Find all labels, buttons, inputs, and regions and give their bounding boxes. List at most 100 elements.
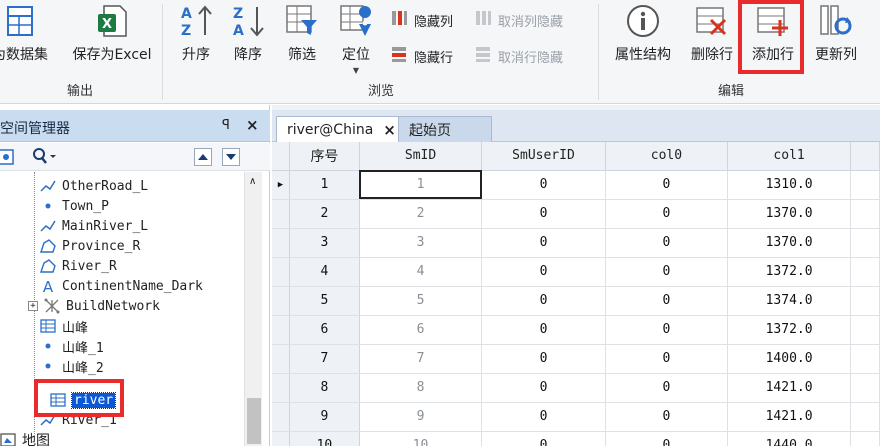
attribute-structure-button[interactable]: 属性结构 [604, 2, 682, 76]
tree-node[interactable]: 山峰_2 [40, 356, 104, 376]
row-number-cell[interactable]: 8 [289, 373, 360, 403]
refresh-icon[interactable] [0, 148, 16, 170]
hide-column-button[interactable]: 隐藏列 [390, 8, 453, 32]
table-cell[interactable]: 7 [359, 344, 483, 374]
row-number-cell[interactable]: 3 [289, 228, 360, 258]
table-cell[interactable]: 2 [359, 199, 483, 229]
row-selector[interactable] [272, 373, 291, 403]
table-cell[interactable]: 5 [359, 286, 483, 316]
tree-node[interactable]: 山峰 [40, 316, 88, 336]
tree-node[interactable]: MainRiver_L [40, 216, 148, 236]
row-number-cell[interactable]: 5 [289, 286, 360, 316]
column-header[interactable]: col0 [605, 142, 729, 171]
pin-icon[interactable]: ꟼ [222, 118, 230, 133]
tree-node[interactable]: + BuildNetwork [28, 296, 160, 316]
table-cell[interactable]: 0 [481, 431, 606, 446]
row-selector[interactable] [272, 402, 291, 432]
table-row[interactable]: 2 2 0 0 1370.0 [272, 199, 880, 229]
search-icon[interactable] [32, 147, 58, 169]
sort-descending-button[interactable]: ZA 降序 [224, 2, 272, 76]
row-selector[interactable] [272, 431, 291, 446]
column-header[interactable]: SmUserID [481, 142, 606, 171]
tree-node[interactable]: A ContinentName_Dark [40, 276, 203, 296]
tree-node-river-selected[interactable]: river [50, 390, 117, 410]
row-selector[interactable] [272, 228, 291, 258]
table-row[interactable]: 4 4 0 0 1372.0 [272, 257, 880, 287]
table-row[interactable]: 10 10 0 0 1440.0 [272, 431, 880, 446]
close-panel-icon[interactable]: × [246, 116, 259, 134]
tree-node[interactable]: 山峰_1 [40, 336, 104, 356]
export-dataset-button[interactable]: 为数据集 [0, 2, 60, 76]
filter-button[interactable]: 筛选 [278, 2, 326, 76]
table-cell[interactable]: 0 [605, 373, 729, 403]
table-cell[interactable]: 0 [605, 315, 729, 345]
unhide-row-button[interactable]: 取消行隐藏 [474, 44, 563, 68]
table-cell[interactable]: 0 [605, 286, 729, 316]
hide-row-button[interactable]: 隐藏行 [390, 44, 453, 68]
tree-node[interactable]: OtherRoad_L [40, 176, 148, 196]
table-cell[interactable]: 0 [481, 199, 606, 229]
row-selector-header[interactable] [272, 142, 291, 171]
unhide-column-button[interactable]: 取消列隐藏 [474, 8, 563, 32]
table-row[interactable]: 7 7 0 0 1400.0 [272, 344, 880, 374]
table-cell[interactable]: 10 [359, 431, 483, 446]
table-cell[interactable]: 0 [605, 402, 729, 432]
tree-node[interactable]: Province_R [40, 236, 140, 256]
row-selector[interactable] [272, 286, 291, 316]
update-column-button[interactable]: 更新列 [808, 2, 864, 76]
row-number-cell[interactable]: 10 [289, 431, 360, 446]
table-cell[interactable]: 0 [605, 257, 729, 287]
table-cell[interactable]: 1370.0 [727, 228, 852, 258]
table-row[interactable]: 8 8 0 0 1421.0 [272, 373, 880, 403]
delete-row-button[interactable]: 删除行 [686, 2, 738, 76]
table-cell[interactable]: 9 [359, 402, 483, 432]
table-cell[interactable]: 0 [605, 170, 729, 200]
tree-node[interactable]: Town_P [40, 196, 109, 216]
table-cell[interactable]: 6 [359, 315, 483, 345]
row-number-cell[interactable]: 9 [289, 402, 360, 432]
row-selector[interactable] [272, 315, 291, 345]
table-row[interactable]: 5 5 0 0 1374.0 [272, 286, 880, 316]
table-cell[interactable]: 0 [481, 228, 606, 258]
table-cell[interactable]: 0 [481, 257, 606, 287]
table-cell[interactable]: 1374.0 [727, 286, 852, 316]
table-cell[interactable]: 1370.0 [727, 199, 852, 229]
table-cell[interactable]: 0 [481, 315, 606, 345]
row-selector[interactable] [272, 344, 291, 374]
tab-start-page[interactable]: 起始页 [398, 116, 492, 143]
scrollbar-thumb[interactable] [247, 398, 261, 444]
table-cell[interactable]: 0 [605, 431, 729, 446]
maps-node[interactable]: 地图 [0, 430, 50, 446]
table-cell[interactable]: 0 [481, 344, 606, 374]
tree-vertical-scrollbar[interactable]: ∧ [244, 172, 262, 446]
locate-button[interactable]: 定位 ▼ [332, 2, 380, 76]
table-cell[interactable]: 0 [605, 344, 729, 374]
table-cell[interactable]: 1421.0 [727, 402, 852, 432]
table-cell[interactable]: 0 [481, 170, 606, 200]
row-selector[interactable]: ▶ [272, 170, 291, 200]
row-selector[interactable] [272, 199, 291, 229]
table-cell[interactable]: 0 [605, 199, 729, 229]
table-cell[interactable]: 1372.0 [727, 315, 852, 345]
table-cell[interactable]: 0 [481, 402, 606, 432]
row-number-cell[interactable]: 1 [289, 170, 360, 200]
add-row-button[interactable]: 添加行 [744, 2, 802, 76]
table-cell[interactable]: 3 [359, 228, 483, 258]
row-number-cell[interactable]: 7 [289, 344, 360, 374]
row-number-cell[interactable]: 6 [289, 315, 360, 345]
table-cell[interactable]: 4 [359, 257, 483, 287]
table-cell[interactable]: 1372.0 [727, 257, 852, 287]
scroll-up-icon[interactable] [194, 148, 212, 166]
column-header[interactable]: col1 [727, 142, 852, 171]
row-selector[interactable] [272, 257, 291, 287]
table-cell[interactable]: 0 [481, 373, 606, 403]
table-cell[interactable]: 1440.0 [727, 431, 852, 446]
scroll-down-icon[interactable] [222, 148, 240, 166]
sort-ascending-button[interactable]: AZ 升序 [172, 2, 220, 76]
table-cell[interactable]: 8 [359, 373, 483, 403]
tab-river-china[interactable]: river@China × [276, 116, 407, 143]
table-row[interactable]: 3 3 0 0 1370.0 [272, 228, 880, 258]
table-cell[interactable]: 1421.0 [727, 373, 852, 403]
table-row[interactable]: ▶ 1 1 0 0 1310.0 [272, 170, 880, 200]
save-as-excel-button[interactable]: X 保存为Excel [64, 2, 160, 76]
